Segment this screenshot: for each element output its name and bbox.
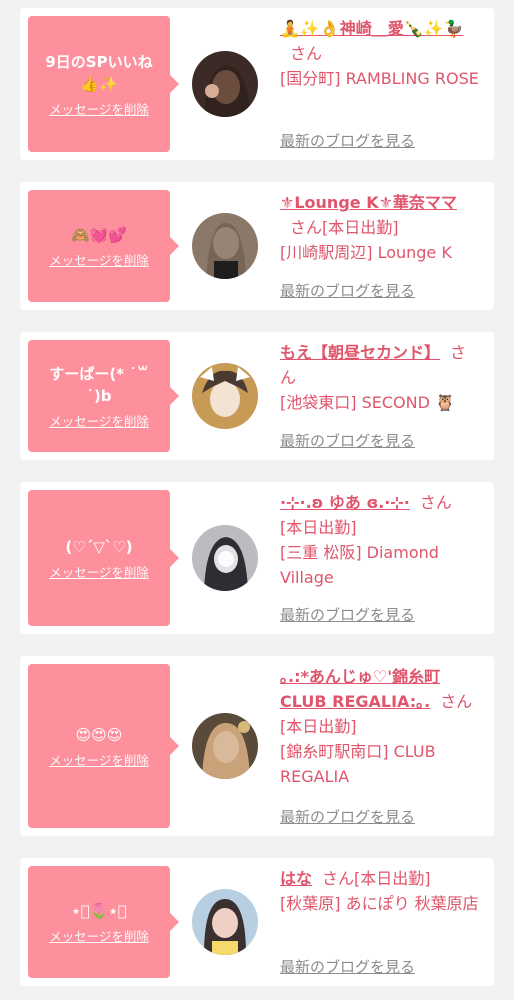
message-bubble: 9日のSPいいね 👍✨ メッセージを削除 — [28, 16, 179, 152]
avatar[interactable] — [192, 525, 258, 591]
message-text: 😍😍😍 — [75, 725, 123, 744]
avatar[interactable] — [192, 213, 258, 279]
honorific: さん — [322, 869, 355, 888]
shop-location: [国分町] RAMBLING ROSE — [280, 69, 479, 88]
message-text: すーぱー(* ˙꒳˙)b — [49, 364, 149, 405]
cast-info: ｡.:*あんじゅ♡'錦糸町CLUB REGALIA:｡. さん [本日出勤] [錦糸… — [280, 664, 480, 789]
list-item: ⋆͛🌷⋆͛ メッセージを削除 はな さん[本日出勤] [秋葉原] あにぽり 秋葉原… — [20, 858, 494, 986]
honorific: さん — [440, 692, 473, 711]
delete-message-link[interactable]: メッセージを削除 — [49, 250, 149, 269]
avatar[interactable] — [192, 363, 258, 429]
list-item: 😍😍😍 メッセージを削除 ｡.:*あんじゅ♡'錦糸町CLUB REGALIA:｡… — [20, 656, 494, 836]
delete-message-link[interactable]: メッセージを削除 — [49, 750, 149, 769]
message-bubble: すーぱー(* ˙꒳˙)b メッセージを削除 — [28, 340, 179, 452]
delete-message-link[interactable]: メッセージを削除 — [49, 926, 149, 945]
cast-name-link[interactable]: はな — [280, 869, 312, 888]
shop-location: [三重 松阪] Diamond Village — [280, 543, 439, 587]
favorite-list: 9日のSPいいね 👍✨ メッセージを削除 🧘✨👌神崎＿愛🍾✨🦆 さん [国分町] … — [0, 0, 514, 1000]
shop-location: [秋葉原] あにぽり 秋葉原店 — [280, 894, 479, 913]
cast-name-link[interactable]: ⚜Lounge K⚜華奈ママ — [280, 193, 457, 212]
latest-blog-link[interactable]: 最新のブログを見る — [280, 956, 415, 977]
cast-info: はな さん[本日出勤] [秋葉原] あにぽり 秋葉原店 — [280, 866, 480, 916]
cast-info: 🧘✨👌神崎＿愛🍾✨🦆 さん [国分町] RAMBLING ROSE — [280, 16, 480, 91]
shop-location: [川崎駅周辺] Lounge K — [280, 243, 452, 262]
list-item: すーぱー(* ˙꒳˙)b メッセージを削除 もえ【朝昼セカンド】 さん [池袋東口… — [20, 332, 494, 460]
honorific: さん — [290, 44, 323, 63]
work-status: [本日出勤] — [280, 717, 357, 736]
message-text: 🙈💓💕 — [70, 225, 128, 244]
work-status: [本日出勤] — [354, 869, 431, 888]
latest-blog-link[interactable]: 最新のブログを見る — [280, 130, 415, 151]
latest-blog-link[interactable]: 最新のブログを見る — [280, 806, 415, 827]
cast-info: もえ【朝昼セカンド】 さん [池袋東口] SECOND 🦉 — [280, 340, 480, 415]
latest-blog-link[interactable]: 最新のブログを見る — [280, 280, 415, 301]
cast-info: ⋅⊹⋅.ʚ ゆあ ɞ.⋅⊹⋅ さん [本日出勤] [三重 松阪] Diamond … — [280, 490, 480, 590]
message-bubble: ⋆͛🌷⋆͛ メッセージを削除 — [28, 866, 179, 978]
avatar[interactable] — [192, 713, 258, 779]
message-bubble: (♡´▽`♡) メッセージを削除 — [28, 490, 179, 626]
delete-message-link[interactable]: メッセージを削除 — [49, 99, 149, 118]
delete-message-link[interactable]: メッセージを削除 — [49, 562, 149, 581]
list-item: (♡´▽`♡) メッセージを削除 ⋅⊹⋅.ʚ ゆあ ɞ.⋅⊹⋅ さん [本日出勤]… — [20, 482, 494, 634]
honorific: さん — [290, 218, 323, 237]
delete-message-link[interactable]: メッセージを削除 — [49, 411, 149, 430]
message-text: (♡´▽`♡) — [65, 537, 133, 556]
shop-location: [池袋東口] SECOND 🦉 — [280, 393, 455, 412]
latest-blog-link[interactable]: 最新のブログを見る — [280, 430, 415, 451]
list-item: 9日のSPいいね 👍✨ メッセージを削除 🧘✨👌神崎＿愛🍾✨🦆 さん [国分町] … — [20, 8, 494, 160]
cast-name-link[interactable]: 🧘✨👌神崎＿愛🍾✨🦆 — [280, 19, 464, 38]
work-status: [本日出勤] — [280, 518, 357, 537]
avatar[interactable] — [192, 51, 258, 117]
list-item: 🙈💓💕 メッセージを削除 ⚜Lounge K⚜華奈ママさん[本日出勤] [川崎駅… — [20, 182, 494, 310]
message-bubble: 🙈💓💕 メッセージを削除 — [28, 190, 179, 302]
cast-name-link[interactable]: ⋅⊹⋅.ʚ ゆあ ɞ.⋅⊹⋅ — [280, 493, 410, 512]
shop-location: [錦糸町駅南口] CLUB REGALIA — [280, 742, 436, 786]
honorific: さん — [419, 493, 452, 512]
cast-name-link[interactable]: ｡.:*あんじゅ♡'錦糸町CLUB REGALIA:｡. — [280, 667, 440, 711]
cast-name-link[interactable]: もえ【朝昼セカンド】 — [280, 343, 440, 362]
latest-blog-link[interactable]: 最新のブログを見る — [280, 604, 415, 625]
cast-info: ⚜Lounge K⚜華奈ママさん[本日出勤] [川崎駅周辺] Lounge K — [280, 190, 480, 265]
message-bubble: 😍😍😍 メッセージを削除 — [28, 664, 179, 828]
avatar[interactable] — [192, 889, 258, 955]
message-text: ⋆͛🌷⋆͛ — [71, 901, 127, 920]
work-status: [本日出勤] — [322, 218, 399, 237]
message-text: 9日のSPいいね 👍✨ — [45, 52, 153, 93]
